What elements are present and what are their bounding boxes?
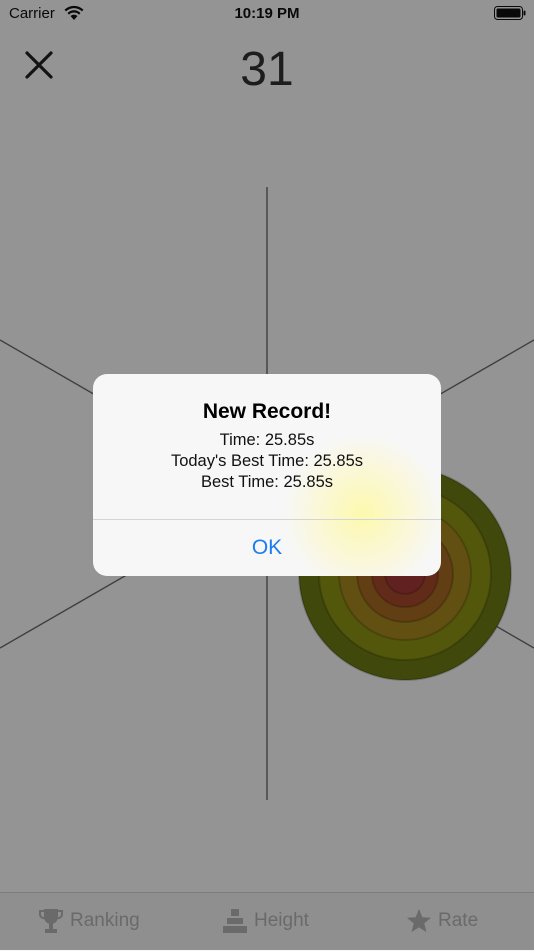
new-record-alert: New Record! Time: 25.85s Today's Best Ti… (93, 374, 441, 576)
alert-todays-best: Today's Best Time: 25.85s (170, 452, 364, 470)
ok-button[interactable]: OK (93, 520, 441, 576)
alert-time: Time: 25.85s (219, 431, 315, 449)
alert-title: New Record! (202, 400, 332, 423)
alert-best: Best Time: 25.85s (200, 473, 334, 491)
game-screen: Carrier 10:19 PM 31 Ranking Height Rate … (0, 0, 534, 951)
